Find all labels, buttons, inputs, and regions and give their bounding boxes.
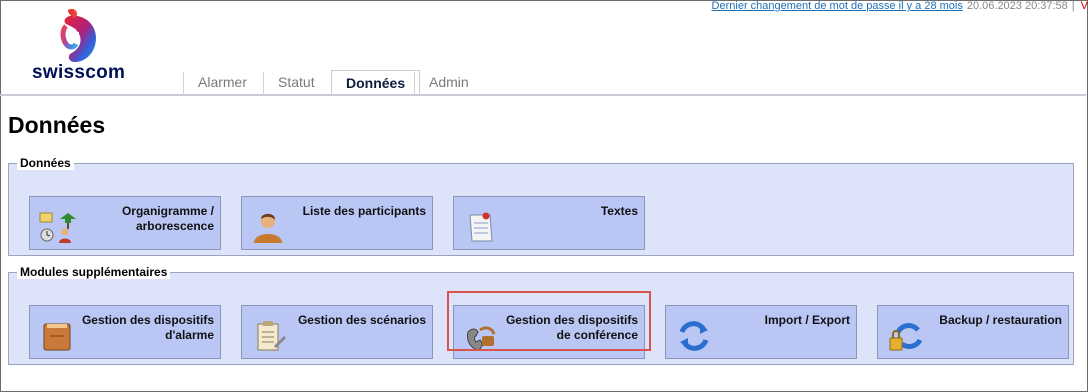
tile-backup-restore[interactable]: Backup / restauration [877, 305, 1069, 359]
tile-label: Liste des participants [302, 204, 426, 218]
tile-label: Import / Export [764, 313, 850, 327]
tab-donnees[interactable]: Données [331, 70, 421, 96]
timestamp: 20.06.2023 20:37:58 [966, 0, 1068, 12]
tab-alarmer[interactable]: Alarmer [183, 72, 261, 94]
tile-label: Gestion des scénarios [297, 313, 426, 327]
tile-participants[interactable]: Liste des participants [241, 196, 433, 250]
tab-label: Admin [429, 74, 469, 90]
backup-restore-icon [889, 323, 923, 351]
tile-alarm-devices[interactable]: Gestion des dispositifs d'alarme [29, 305, 221, 359]
section-legend: Modules supplémentaires [17, 265, 171, 279]
password-change-link[interactable]: Dernier changement de mot de passe il y … [712, 0, 963, 12]
swisscom-logo: swisscom [30, 6, 150, 86]
section-donnees: Données Organigramme / arborescence List… [8, 156, 1074, 256]
tile-label: Organigramme / arborescence [121, 204, 214, 233]
tile-label: Textes [600, 204, 638, 218]
tile-import-export[interactable]: Import / Export [665, 305, 857, 359]
tab-admin[interactable]: Admin [414, 72, 483, 94]
tab-label: Statut [278, 74, 315, 90]
texts-icon [469, 212, 493, 242]
truncated-link[interactable]: V [1081, 0, 1088, 12]
tile-scenarios[interactable]: Gestion des scénarios [241, 305, 433, 359]
tab-label: Données [346, 75, 406, 91]
tile-organigramme[interactable]: Organigramme / arborescence [29, 196, 221, 250]
participants-icon [254, 213, 282, 243]
top-status-bar: Dernier changement de mot de passe il y … [712, 0, 1088, 18]
swisscom-logo-icon [60, 9, 96, 62]
highlight-box [447, 291, 651, 351]
scenarios-icon [257, 321, 286, 351]
tile-textes[interactable]: Textes [453, 196, 645, 250]
tile-label: Gestion des dispositifs d'alarme [81, 313, 214, 342]
section-legend: Données [17, 156, 74, 170]
tile-label: Backup / restauration [939, 313, 1062, 327]
page-title: Données [8, 112, 106, 138]
alarm-devices-icon [43, 323, 71, 351]
import-export-icon [679, 321, 709, 351]
brand-name: swisscom [32, 62, 126, 83]
separator: | [1071, 0, 1075, 12]
tab-label: Alarmer [198, 74, 248, 90]
organigram-icon [39, 212, 76, 243]
tabs-underline [0, 94, 1086, 96]
tab-statut[interactable]: Statut [263, 72, 329, 94]
